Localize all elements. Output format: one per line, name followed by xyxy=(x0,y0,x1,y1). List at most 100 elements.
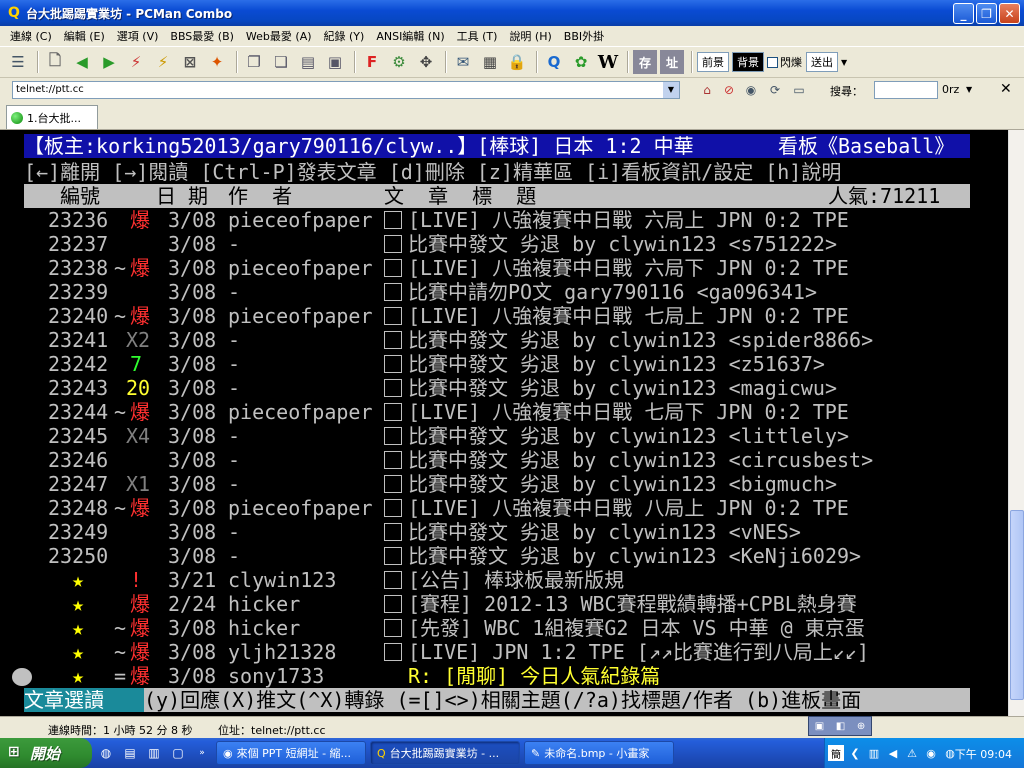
terminal-screen[interactable]: 【板主:korking52013/gary790116/clyw..】[棒球] … xyxy=(0,130,1008,716)
select-all-icon[interactable]: ▣ xyxy=(323,50,347,74)
article-row[interactable]: 23244 ~ 爆 3/08 pieceofpaper [LIVE] 八強複賽中日戰 七局… xyxy=(24,400,970,424)
article-row[interactable]: 23240 ~ 爆 3/08 pieceofpaper [LIVE] 八強複賽中日戰 七局… xyxy=(24,304,970,328)
ime-indicator[interactable]: 簡 xyxy=(828,745,844,761)
article-row[interactable]: 23238 ~ 爆 3/08 pieceofpaper [LIVE] 八強複賽中日戰 六局… xyxy=(24,256,970,280)
article-number: 23240 xyxy=(48,304,109,328)
font-icon[interactable]: F xyxy=(360,50,384,74)
notepad-icon[interactable]: ▤ xyxy=(120,743,140,763)
menu-connect[interactable]: 連線 (C) xyxy=(4,28,58,44)
save-text-icon[interactable]: 存 xyxy=(633,50,657,74)
search-input[interactable] xyxy=(874,81,938,99)
article-row[interactable]: 23241 X2 3/08- 比賽中發文 劣退 by clywin123 <spide… xyxy=(24,328,970,352)
vertical-scrollbar[interactable] xyxy=(1008,130,1024,716)
article-row[interactable]: 23249 3/08- 比賽中發文 劣退 by clywin123 <vNES> xyxy=(24,520,970,544)
home-icon[interactable]: ⌂ xyxy=(698,82,716,98)
menu-tools[interactable]: 工具 (T) xyxy=(451,28,504,44)
menu-edit[interactable]: 編輯 (E) xyxy=(58,28,111,44)
menu-log[interactable]: 紀錄 (Y) xyxy=(318,28,371,44)
chrome-tray-icon[interactable]: ◉ xyxy=(923,745,939,761)
paste-icon[interactable]: ❏ xyxy=(269,50,293,74)
article-row[interactable]: ★ = 爆 3/08 sony1733 R: [閒聊] 今日人氣紀錄篇 xyxy=(12,664,970,688)
copy-paste-icon[interactable]: ▤ xyxy=(296,50,320,74)
site-list-icon[interactable]: ☰ xyxy=(6,50,30,74)
scrollbar-thumb[interactable] xyxy=(1010,510,1024,700)
web-icon[interactable]: ◉ xyxy=(742,82,760,98)
copy-icon[interactable]: ❐ xyxy=(242,50,266,74)
read-status-box xyxy=(384,619,402,637)
article-row[interactable]: ★! 3/21 clywin123 [公告] 棒球板最新版規 xyxy=(24,568,970,592)
article-row[interactable]: 23236 爆 3/08 pieceofpaper [LIVE] 八強複賽中日戰 六局上… xyxy=(24,208,970,232)
disconnect-icon[interactable]: ⚡ xyxy=(124,50,148,74)
menu-ansi-edit[interactable]: ANSI編輯 (N) xyxy=(370,28,450,44)
network-icon[interactable]: ▥ xyxy=(866,745,882,761)
article-row[interactable]: 23243 20 3/08- 比賽中發文 劣退 by clywin123 <magic… xyxy=(24,376,970,400)
menu-options[interactable]: 選項 (V) xyxy=(111,28,165,44)
ime-shape-icon[interactable]: ◧ xyxy=(836,721,845,732)
search-engine-select[interactable]: 0rz xyxy=(942,83,959,96)
volume-icon[interactable]: ◀ xyxy=(885,745,901,761)
close-connection-icon[interactable]: ⊠ xyxy=(178,50,202,74)
article-row[interactable]: 23247 X1 3/08- 比賽中發文 劣退 by clywin123 <bigmu… xyxy=(24,472,970,496)
reconnect-icon[interactable]: ⚡ xyxy=(151,50,175,74)
search-site-icon[interactable]: Q xyxy=(542,50,566,74)
taskbar-task-paint[interactable]: ✎ 未命名.bmp - 小畫家 xyxy=(524,741,674,765)
firefox-icon[interactable]: ◍ xyxy=(96,743,116,763)
article-author: - xyxy=(228,232,241,256)
window-icon[interactable]: ▭ xyxy=(790,82,808,98)
address-input[interactable]: telnet://ptt.cc ▼ xyxy=(12,81,680,99)
menu-bbi-plugin[interactable]: BBI外掛 xyxy=(558,28,610,44)
taskbar-task-ppt[interactable]: ◉ 來個 PPT 短網址 - 縮... xyxy=(216,741,366,765)
close-bar-icon[interactable]: ✕ xyxy=(1000,81,1012,97)
lock-icon[interactable]: 🔒 xyxy=(505,50,529,74)
ime-punct-icon[interactable]: ⊕ xyxy=(857,721,865,732)
settings-gear-icon[interactable]: ⚙ xyxy=(387,50,411,74)
flower-icon[interactable]: ✿ xyxy=(569,50,593,74)
documents-icon[interactable]: ▥ xyxy=(144,743,164,763)
background-color-button[interactable]: 背景 xyxy=(732,52,764,72)
tab-connection[interactable]: 1.台大批... xyxy=(6,105,98,129)
article-row[interactable]: ★ ~ 爆 3/08 hicker [先發] WBC 1組複賽G2 日本 VS 中華 @ … xyxy=(24,616,970,640)
wikipedia-icon[interactable]: W xyxy=(596,50,620,74)
add-favorite-icon[interactable]: ✦ xyxy=(205,50,229,74)
refresh-icon[interactable]: ⟳ xyxy=(766,82,784,98)
symbols-icon[interactable]: ▦ xyxy=(478,50,502,74)
tray-arrow-icon[interactable]: ❮ xyxy=(847,745,863,761)
article-row[interactable]: ★ 爆 2/24 hicker [賽程] 2012-13 WBC賽程戰績轉播+CPBL熱… xyxy=(24,592,970,616)
address-dropdown-icon[interactable]: ▼ xyxy=(663,82,679,98)
send-dropdown-icon[interactable]: ▼ xyxy=(841,58,847,67)
menu-web-favorites[interactable]: Web最愛 (A) xyxy=(240,28,318,44)
back-arrow-icon[interactable]: ◀ xyxy=(70,50,94,74)
ime-toolbar[interactable]: ▣ ◧ ⊕ xyxy=(808,716,872,736)
ime-mode-icon[interactable]: ▣ xyxy=(815,721,824,732)
article-row[interactable]: 23242 7 3/08- 比賽中發文 劣退 by clywin123 <z51637… xyxy=(24,352,970,376)
article-row[interactable]: ★ ~ 爆 3/08 yljh21328 [LIVE] JPN 1:2 TPE [↗↗比賽… xyxy=(24,640,970,664)
minimize-button[interactable]: _ xyxy=(953,3,974,24)
stop-icon[interactable]: ⊘ xyxy=(720,82,738,98)
new-connection-icon[interactable]: 🗋 xyxy=(43,50,67,74)
foreground-color-button[interactable]: 前景 xyxy=(697,52,729,72)
article-row[interactable]: 23245 X4 3/08- 比賽中發文 劣退 by clywin123 <littl… xyxy=(24,424,970,448)
send-button[interactable]: 送出 xyxy=(806,52,838,72)
quicklaunch-more-icon[interactable]: » xyxy=(192,743,212,763)
article-row[interactable]: 23248 ~ 爆 3/08 pieceofpaper [LIVE] 八強複賽中日戰 八局… xyxy=(24,496,970,520)
article-row[interactable]: 23250 3/08- 比賽中發文 劣退 by clywin123 <KeNji60… xyxy=(24,544,970,568)
restore-button[interactable]: ❐ xyxy=(976,3,997,24)
menu-help[interactable]: 說明 (H) xyxy=(503,28,557,44)
article-row[interactable]: 23239 3/08- 比賽中請勿PO文 gary790116 <ga096341> xyxy=(24,280,970,304)
fullscreen-icon[interactable]: ✥ xyxy=(414,50,438,74)
send-mail-icon[interactable]: ✉ xyxy=(451,50,475,74)
article-row[interactable]: 23246 3/08- 比賽中發文 劣退 by clywin123 <circusb… xyxy=(24,448,970,472)
show-desktop-icon[interactable]: ▢ xyxy=(168,743,188,763)
forward-arrow-icon[interactable]: ▶ xyxy=(97,50,121,74)
article-row[interactable]: 23237 3/08- 比賽中發文 劣退 by clywin123 <s751222… xyxy=(24,232,970,256)
engine-dropdown-icon[interactable]: ▼ xyxy=(966,85,972,94)
security-icon[interactable]: ⚠ xyxy=(904,745,920,761)
start-button[interactable]: ⊞ 開始 xyxy=(0,738,92,768)
menu-bbs-favorites[interactable]: BBS最愛 (B) xyxy=(164,28,240,44)
taskbar-task-pcman[interactable]: Q 台大批踢踢實業坊 - ... xyxy=(370,741,520,765)
close-button[interactable]: ✕ xyxy=(999,3,1020,24)
blink-checkbox[interactable] xyxy=(767,56,778,68)
url-icon[interactable]: 址 xyxy=(660,50,684,74)
article-number: ★ xyxy=(72,592,85,616)
read-status-box xyxy=(384,283,402,301)
